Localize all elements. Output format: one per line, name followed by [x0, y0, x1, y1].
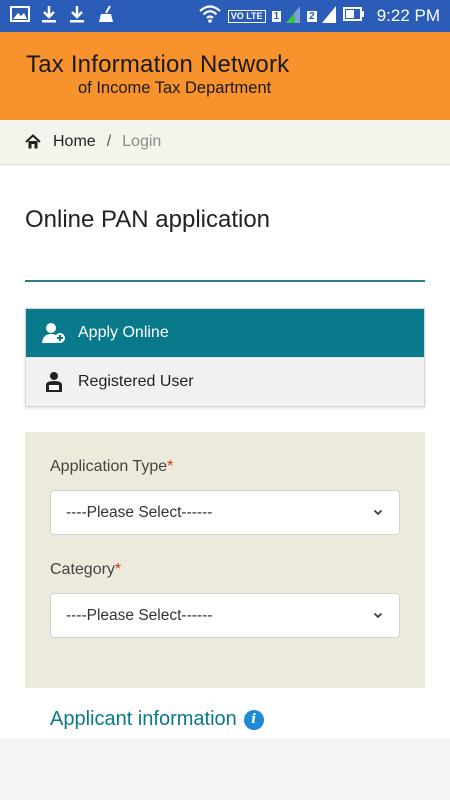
- battery-icon: [342, 6, 365, 27]
- menu-item-label: Apply Online: [78, 324, 169, 341]
- notification-icons: [10, 4, 116, 28]
- sim2-badge: 2: [307, 10, 317, 22]
- main-content: Online PAN application Apply Online Regi…: [0, 166, 450, 738]
- category-label: Category*: [50, 561, 121, 579]
- home-icon[interactable]: [25, 134, 41, 150]
- site-subtitle: of Income Tax Department: [78, 79, 272, 97]
- download-icon: [68, 4, 86, 29]
- menu-item-label: Registered User: [78, 372, 194, 390]
- breadcrumb-current: Login: [122, 133, 162, 150]
- application-type-select[interactable]: ----Please Select------: [50, 490, 400, 535]
- registered-user-icon: [42, 371, 66, 393]
- application-form: Application Type* ----Please Select-----…: [25, 432, 425, 688]
- title-divider: [25, 280, 425, 282]
- category-select[interactable]: ----Please Select------: [50, 593, 400, 638]
- required-mark: *: [167, 458, 174, 475]
- sim1-badge: 1: [271, 10, 282, 22]
- site-header: Tax Information Network of Income Tax De…: [0, 32, 450, 120]
- required-mark: *: [114, 561, 122, 578]
- wifi-icon: [198, 4, 222, 29]
- category-label-text: Category: [50, 561, 115, 578]
- site-title: Tax Information Network: [26, 51, 290, 78]
- page-background: [0, 738, 450, 800]
- system-icons: VO LTE 1 2 9:22 PM: [198, 4, 440, 28]
- clock: 9:22 PM: [376, 6, 440, 25]
- page-title: Online PAN application: [25, 206, 271, 233]
- application-type-value: ----Please Select------: [66, 503, 213, 521]
- signal-icon: [285, 4, 301, 29]
- breadcrumb: Home / Login: [0, 120, 450, 165]
- info-icon[interactable]: i: [243, 709, 264, 730]
- application-type-label: Application Type*: [50, 458, 173, 476]
- breadcrumb-separator: /: [106, 133, 112, 150]
- add-user-icon: [42, 322, 66, 344]
- image-icon: [10, 5, 30, 28]
- volte-badge: VO LTE: [227, 9, 266, 23]
- chevron-down-icon: [372, 505, 384, 517]
- cleaner-icon: [96, 4, 116, 29]
- signal-icon: [321, 4, 337, 29]
- menu-item-apply-online[interactable]: Apply Online: [26, 309, 424, 357]
- breadcrumb-home-link[interactable]: Home: [53, 133, 96, 151]
- applicant-information-title: Applicant information: [50, 708, 237, 730]
- chevron-down-icon: [372, 608, 384, 620]
- login-options-menu: Apply Online Registered User: [25, 308, 425, 407]
- applicant-information-heading: Applicant information i: [50, 708, 264, 731]
- status-bar: VO LTE 1 2 9:22 PM: [0, 0, 450, 32]
- application-type-label-text: Application Type: [50, 458, 168, 475]
- download-icon: [40, 4, 58, 29]
- category-value: ----Please Select------: [66, 606, 213, 624]
- menu-item-registered-user[interactable]: Registered User: [26, 357, 424, 405]
